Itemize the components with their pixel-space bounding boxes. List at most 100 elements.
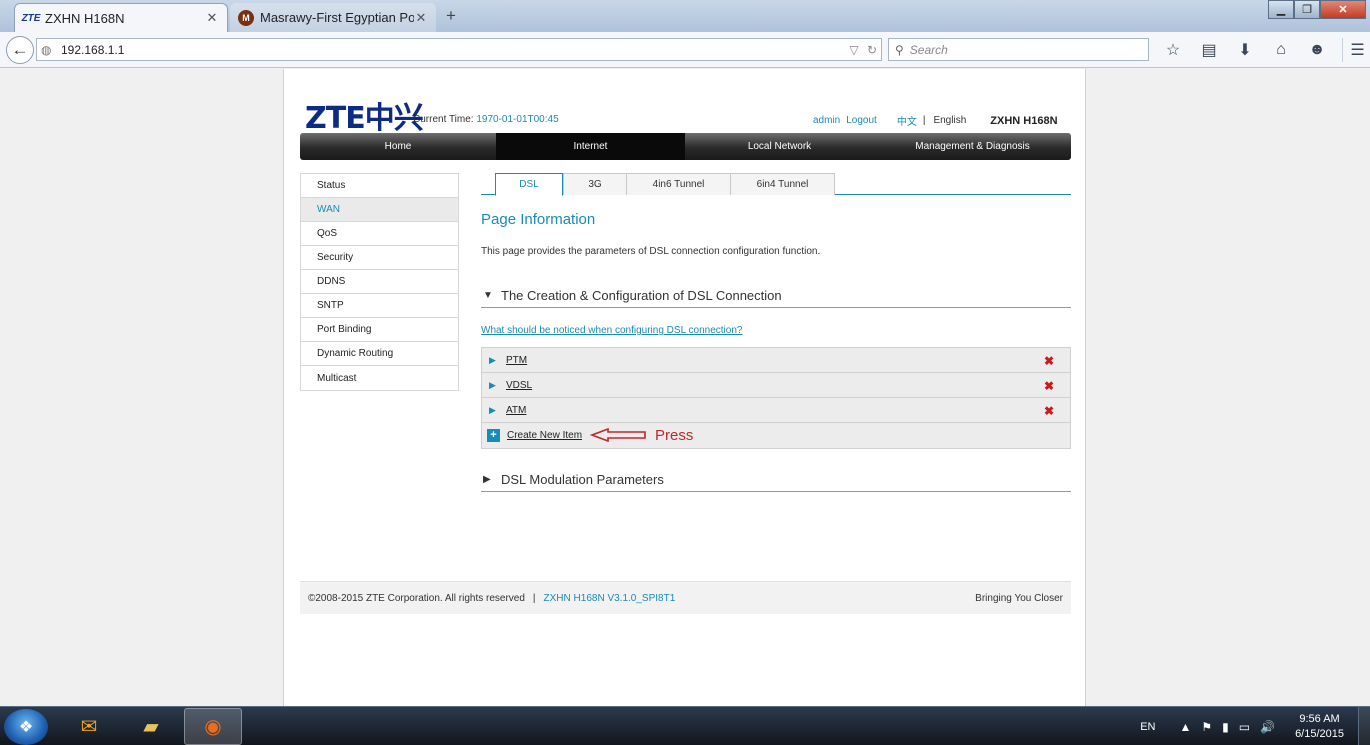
current-time-value: 1970-01-01T00:45 bbox=[476, 114, 559, 125]
window-controls: ▁ ❐ ✕ bbox=[1268, 0, 1366, 19]
logout-link[interactable]: Logout bbox=[846, 115, 877, 126]
reading-list-icon[interactable]: ▤ bbox=[1194, 38, 1224, 62]
taskbar-outlook[interactable]: ✉ bbox=[60, 708, 118, 745]
sidebar-item-multicast[interactable]: Multicast bbox=[301, 366, 458, 390]
url-text: 192.168.1.1 bbox=[61, 42, 125, 57]
connection-label[interactable]: ATM bbox=[506, 405, 526, 416]
back-button[interactable]: ← bbox=[6, 36, 34, 64]
taskbar-firefox[interactable]: ◉ bbox=[184, 708, 242, 745]
close-tab-icon[interactable]: ✕ bbox=[205, 10, 219, 26]
delete-icon[interactable]: ✖ bbox=[1044, 404, 1054, 418]
reload-icon[interactable]: ↻ bbox=[863, 43, 881, 57]
url-bar[interactable]: ◍ 192.168.1.1 ▽ ↻ bbox=[36, 38, 882, 61]
current-time: Current Time: 1970-01-01T00:45 bbox=[413, 114, 559, 125]
section-dsl-modulation[interactable]: ▶ DSL Modulation Parameters bbox=[481, 468, 1071, 492]
clock[interactable]: 9:56 AM 6/15/2015 bbox=[1295, 712, 1344, 742]
notice-help-link[interactable]: What should be noticed when configuring … bbox=[481, 325, 742, 336]
main-nav: Home Internet Local Network Management &… bbox=[300, 133, 1071, 160]
action-center-flag-icon[interactable]: ⚑ bbox=[1201, 720, 1212, 734]
menu-icon[interactable]: ☰ bbox=[1342, 38, 1370, 62]
connection-label[interactable]: PTM bbox=[506, 355, 527, 366]
browser-titlebar: ZTE ZXHN H168N ✕ M Masrawy-First Egyptia… bbox=[0, 0, 1370, 32]
new-tab-button[interactable]: + bbox=[446, 6, 456, 26]
slogan: Bringing You Closer bbox=[975, 592, 1063, 604]
expand-arrow-icon: ▶ bbox=[489, 354, 496, 365]
close-tab-icon[interactable]: ✕ bbox=[414, 10, 428, 26]
footer-separator: | bbox=[532, 592, 536, 604]
browser-viewport: ZTE中兴 Current Time: 1970-01-01T00:45 adm… bbox=[0, 69, 1370, 706]
connection-list: ▶ PTM ✖ ▶ VDSL ✖ ▶ ATM ✖ + Create New It… bbox=[481, 347, 1071, 449]
tab-3g[interactable]: 3G bbox=[563, 173, 627, 195]
firmware-version: ZXHN H168N V3.1.0_SPI8T1 bbox=[543, 592, 676, 604]
create-new-item-row[interactable]: + Create New Item Press bbox=[482, 423, 1070, 448]
plus-icon: + bbox=[487, 429, 500, 442]
delete-icon[interactable]: ✖ bbox=[1044, 354, 1054, 368]
admin-link[interactable]: admin bbox=[813, 115, 840, 126]
wan-subtabs: DSL 3G 4in6 Tunnel 6in4 Tunnel bbox=[481, 173, 1071, 196]
sidebar-item-qos[interactable]: QoS bbox=[301, 222, 458, 246]
expand-arrow-icon: ▶ bbox=[489, 379, 496, 390]
lang-cn-link[interactable]: 中文 bbox=[897, 113, 917, 128]
sidebar-item-ddns[interactable]: DDNS bbox=[301, 270, 458, 294]
sidebar-item-sntp[interactable]: SNTP bbox=[301, 294, 458, 318]
clock-time: 9:56 AM bbox=[1299, 712, 1340, 725]
minimize-icon[interactable]: ▁ bbox=[1268, 0, 1294, 19]
tab-title: ZXHN H168N bbox=[45, 10, 125, 26]
browser-navbar: ← ◍ 192.168.1.1 ▽ ↻ ⚲ Search ☆ ▤ ⬇ ⌂ ☻ ☰ bbox=[0, 32, 1370, 68]
masrawy-favicon-icon: M bbox=[238, 9, 254, 26]
sidebar-item-dynamic-routing[interactable]: Dynamic Routing bbox=[301, 342, 458, 366]
network-icon[interactable]: ▭ bbox=[1239, 720, 1250, 734]
section-title: DSL Modulation Parameters bbox=[501, 472, 664, 487]
sidebar-item-security[interactable]: Security bbox=[301, 246, 458, 270]
current-time-label: Current Time: bbox=[413, 114, 474, 125]
nav-management-diagnosis[interactable]: Management & Diagnosis bbox=[874, 133, 1071, 160]
footer: ©2008-2015 ZTE Corporation. All rights r… bbox=[300, 581, 1071, 614]
start-button[interactable]: ❖ bbox=[4, 709, 48, 745]
router-page: ZTE中兴 Current Time: 1970-01-01T00:45 adm… bbox=[283, 69, 1086, 706]
create-new-item-button[interactable]: Create New Item bbox=[507, 430, 582, 441]
tab-zxhn[interactable]: ZTE ZXHN H168N ✕ bbox=[14, 3, 228, 32]
dropdown-icon[interactable]: ▽ bbox=[845, 43, 863, 57]
tab-dsl[interactable]: DSL bbox=[495, 173, 563, 196]
battery-icon[interactable]: ▮ bbox=[1222, 720, 1229, 734]
delete-icon[interactable]: ✖ bbox=[1044, 379, 1054, 393]
tab-masrawy[interactable]: M Masrawy-First Egyptian Po... ✕ bbox=[230, 3, 436, 32]
model-name: ZXHN H168N bbox=[990, 114, 1058, 127]
zte-logo: ZTE中兴 bbox=[305, 101, 424, 136]
show-desktop-button[interactable] bbox=[1358, 707, 1370, 745]
taskbar-explorer[interactable]: ▰ bbox=[122, 708, 180, 745]
chat-icon[interactable]: ☻ bbox=[1302, 38, 1332, 62]
expand-arrow-icon: ▶ bbox=[489, 404, 496, 415]
search-icon: ⚲ bbox=[895, 42, 904, 57]
connection-row-ptm[interactable]: ▶ PTM ✖ bbox=[482, 348, 1070, 373]
folder-icon: ▰ bbox=[143, 716, 159, 738]
lang-en-link[interactable]: English bbox=[933, 115, 966, 126]
connection-row-atm[interactable]: ▶ ATM ✖ bbox=[482, 398, 1070, 423]
close-window-icon[interactable]: ✕ bbox=[1320, 0, 1366, 19]
globe-icon: ◍ bbox=[41, 42, 52, 57]
expand-arrow-icon: ▶ bbox=[483, 474, 491, 485]
connection-label[interactable]: VDSL bbox=[506, 380, 532, 391]
press-annotation-arrow-icon bbox=[590, 428, 646, 442]
sidebar-item-wan[interactable]: WAN bbox=[301, 198, 458, 222]
volume-icon[interactable]: 🔊 bbox=[1260, 720, 1275, 734]
home-icon[interactable]: ⌂ bbox=[1266, 38, 1296, 62]
sidebar-item-status[interactable]: Status bbox=[301, 174, 458, 198]
sidebar-item-port-binding[interactable]: Port Binding bbox=[301, 318, 458, 342]
download-icon[interactable]: ⬇ bbox=[1230, 38, 1260, 62]
copyright-text: ©2008-2015 ZTE Corporation. All rights r… bbox=[308, 592, 525, 604]
nav-home[interactable]: Home bbox=[300, 133, 496, 160]
search-input[interactable]: ⚲ Search bbox=[888, 38, 1149, 61]
input-language[interactable]: EN bbox=[1140, 721, 1155, 733]
tab-6in4-tunnel[interactable]: 6in4 Tunnel bbox=[730, 173, 835, 195]
windows-logo-icon: ❖ bbox=[18, 719, 34, 736]
nav-internet[interactable]: Internet bbox=[496, 133, 685, 160]
bookmark-star-icon[interactable]: ☆ bbox=[1158, 38, 1188, 62]
show-hidden-icons-icon[interactable]: ▲ bbox=[1180, 720, 1192, 734]
section-dsl-connection[interactable]: ▼ The Creation & Configuration of DSL Co… bbox=[481, 284, 1071, 308]
nav-local-network[interactable]: Local Network bbox=[685, 133, 874, 160]
firefox-icon: ◉ bbox=[204, 716, 222, 738]
maximize-icon[interactable]: ❐ bbox=[1294, 0, 1320, 19]
connection-row-vdsl[interactable]: ▶ VDSL ✖ bbox=[482, 373, 1070, 398]
tab-4in6-tunnel[interactable]: 4in6 Tunnel bbox=[626, 173, 731, 195]
